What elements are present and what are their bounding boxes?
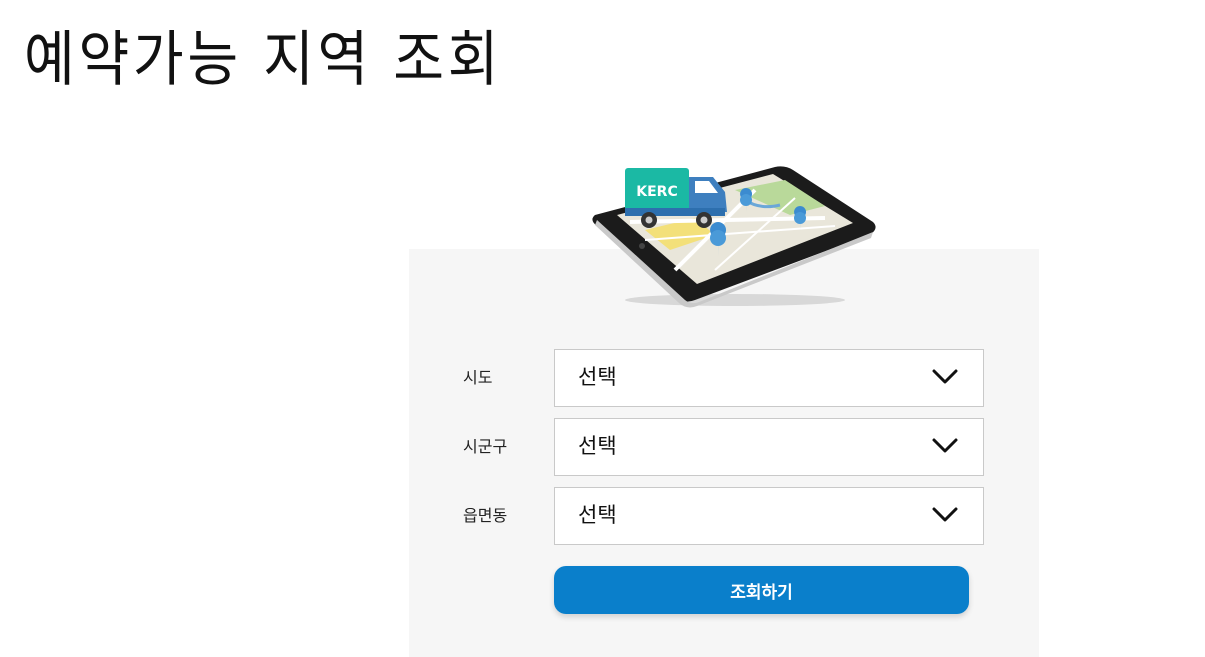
- kerc-badge-text: KERC: [636, 184, 677, 200]
- chevron-down-icon: [932, 369, 958, 384]
- sigungu-select-value: 선택: [578, 434, 617, 458]
- chevron-down-icon: [932, 507, 958, 522]
- sido-select-value: 선택: [578, 365, 617, 389]
- tablet-map-truck-illustration: KERC: [592, 166, 876, 308]
- search-button[interactable]: 조회하기: [554, 566, 969, 614]
- sigungu-select[interactable]: 선택: [554, 418, 984, 476]
- sigungu-label: 시군구: [463, 437, 508, 456]
- sido-select[interactable]: 선택: [554, 349, 984, 407]
- sido-row: 시도 선택: [463, 349, 984, 407]
- eupmyeondong-select-value: 선택: [578, 503, 617, 527]
- chevron-down-icon: [932, 438, 958, 453]
- page-title: 예약가능 지역 조회: [24, 25, 503, 95]
- eupmyeondong-select[interactable]: 선택: [554, 487, 984, 545]
- sido-label: 시도: [463, 368, 493, 387]
- sigungu-row: 시군구 선택: [463, 418, 984, 476]
- eupmyeondong-row: 읍면동 선택: [463, 487, 984, 545]
- eupmyeondong-label: 읍면동: [463, 506, 508, 525]
